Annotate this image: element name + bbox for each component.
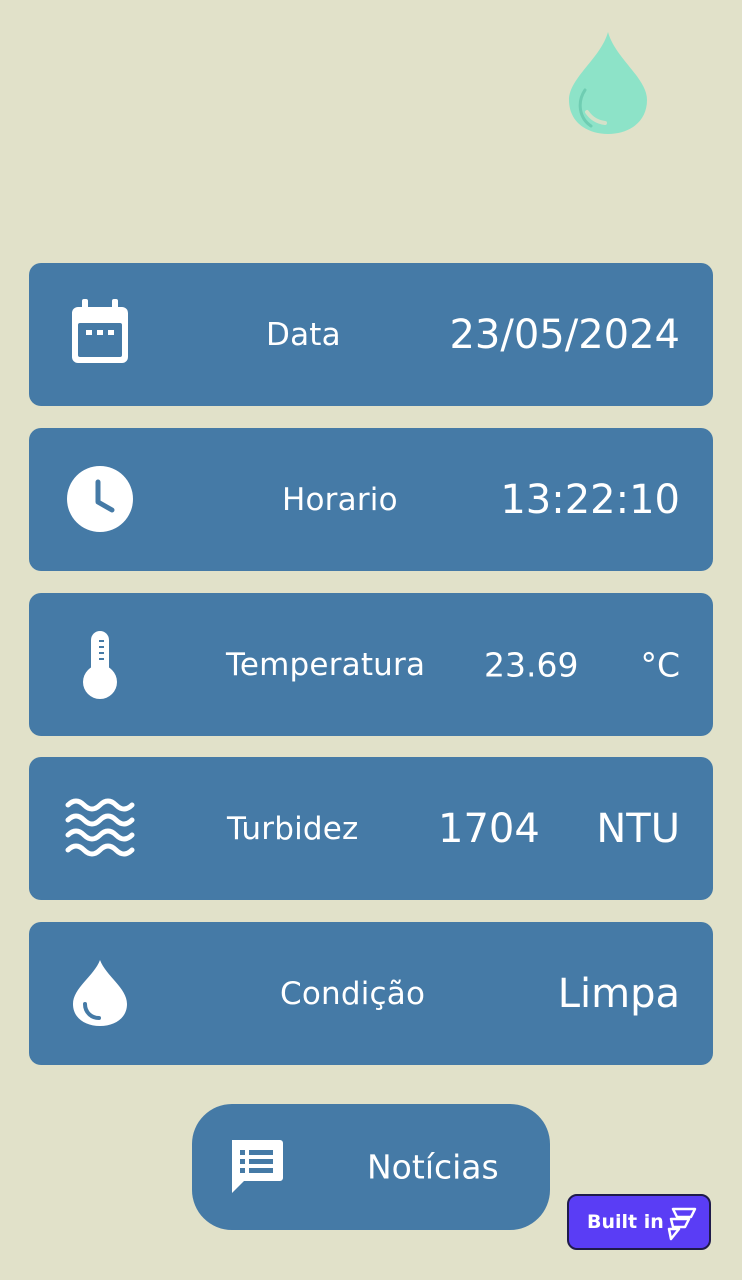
clock-icon	[65, 464, 135, 534]
date-card: Data 23/05/2024	[29, 263, 713, 406]
water-drop-icon	[65, 958, 135, 1028]
date-label: Data	[266, 316, 341, 353]
turbidity-card: Turbidez 1704 NTU	[29, 757, 713, 900]
turbidity-value: 1704	[438, 805, 540, 852]
condition-card: Condição Limpa	[29, 922, 713, 1065]
flutterflow-icon	[663, 1205, 699, 1241]
turbidity-label: Turbidez	[227, 810, 359, 847]
condition-label: Condição	[280, 975, 426, 1012]
built-in-badge[interactable]: Built in	[567, 1194, 711, 1250]
temperature-card: Temperatura 23.69 °C	[29, 593, 713, 736]
temperature-value: 23.69	[484, 645, 579, 684]
calendar-icon	[65, 299, 135, 369]
condition-value: Limpa	[557, 970, 680, 1017]
temperature-label: Temperatura	[226, 646, 426, 683]
news-button[interactable]: Notícias	[192, 1104, 550, 1230]
message-list-icon	[228, 1138, 286, 1196]
date-value: 23/05/2024	[449, 311, 680, 358]
temperature-unit: °C	[640, 645, 680, 684]
water-drop-logo-icon	[569, 32, 647, 134]
waves-icon	[65, 793, 135, 863]
news-button-label: Notícias	[367, 1147, 499, 1187]
time-card: Horario 13:22:10	[29, 428, 713, 571]
app-logo	[565, 28, 651, 138]
thermometer-icon	[65, 629, 135, 699]
time-label: Horario	[282, 481, 398, 518]
built-in-label: Built in	[587, 1211, 664, 1233]
time-value: 13:22:10	[500, 476, 680, 523]
turbidity-unit: NTU	[596, 805, 680, 852]
